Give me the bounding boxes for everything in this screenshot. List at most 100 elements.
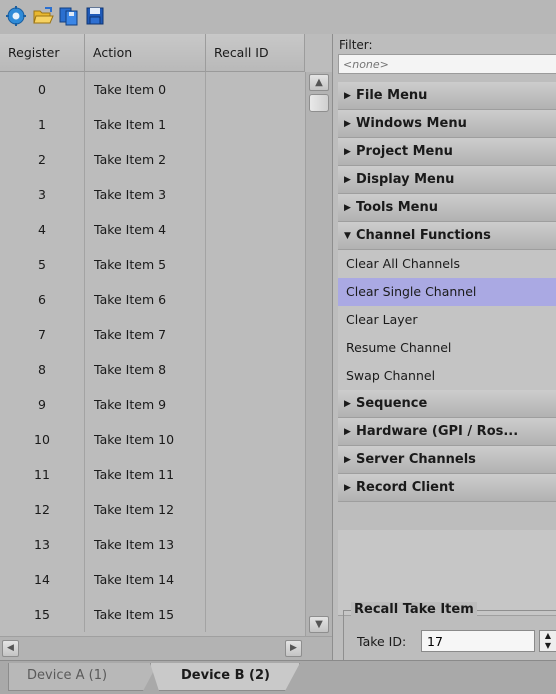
table-row[interactable]: 6 Take Item 6: [0, 282, 305, 317]
action-cell[interactable]: Take Item 14: [85, 562, 206, 597]
save-icon[interactable]: [84, 5, 106, 27]
recall-id-cell[interactable]: [206, 212, 305, 247]
recall-id-cell[interactable]: [206, 177, 305, 212]
collapsed-arrow-icon[interactable]: ▶: [344, 390, 356, 417]
action-cell[interactable]: Take Item 10: [85, 422, 206, 457]
collapsed-arrow-icon[interactable]: ▶: [344, 446, 356, 473]
register-cell[interactable]: 10: [0, 422, 85, 457]
register-cell[interactable]: 0: [0, 72, 85, 107]
category-channel-functions[interactable]: ▼ Channel Functions: [338, 222, 556, 250]
register-cell[interactable]: 3: [0, 177, 85, 212]
recall-id-cell[interactable]: [206, 457, 305, 492]
action-item-clear-layer[interactable]: Clear Layer: [338, 306, 556, 334]
action-cell[interactable]: Take Item 6: [85, 282, 206, 317]
recall-id-cell[interactable]: [206, 142, 305, 177]
table-row[interactable]: 2 Take Item 2: [0, 142, 305, 177]
category-windows-menu[interactable]: ▶ Windows Menu: [338, 110, 556, 138]
recall-id-cell[interactable]: [206, 597, 305, 632]
collapsed-arrow-icon[interactable]: ▶: [344, 82, 356, 109]
column-header-action[interactable]: Action: [85, 34, 206, 72]
table-row[interactable]: 13 Take Item 13: [0, 527, 305, 562]
recall-id-cell[interactable]: [206, 317, 305, 352]
action-cell[interactable]: Take Item 12: [85, 492, 206, 527]
recall-id-cell[interactable]: [206, 247, 305, 282]
table-row[interactable]: 8 Take Item 8: [0, 352, 305, 387]
recall-id-cell[interactable]: [206, 492, 305, 527]
register-cell[interactable]: 9: [0, 387, 85, 422]
table-row[interactable]: 14 Take Item 14: [0, 562, 305, 597]
register-cell[interactable]: 5: [0, 247, 85, 282]
action-cell[interactable]: Take Item 15: [85, 597, 206, 632]
register-cell[interactable]: 4: [0, 212, 85, 247]
table-row[interactable]: 11 Take Item 11: [0, 457, 305, 492]
action-cell[interactable]: Take Item 8: [85, 352, 206, 387]
register-cell[interactable]: 8: [0, 352, 85, 387]
register-cell[interactable]: 7: [0, 317, 85, 352]
category-display-menu[interactable]: ▶ Display Menu: [338, 166, 556, 194]
tab-device-b[interactable]: Device B (2): [150, 663, 300, 691]
table-row[interactable]: 10 Take Item 10: [0, 422, 305, 457]
action-item-clear-all-channels[interactable]: Clear All Channels: [338, 250, 556, 278]
table-row[interactable]: 0 Take Item 0: [0, 72, 305, 107]
action-cell[interactable]: Take Item 13: [85, 527, 206, 562]
recall-id-cell[interactable]: [206, 422, 305, 457]
action-cell[interactable]: Take Item 0: [85, 72, 206, 107]
collapsed-arrow-icon[interactable]: ▶: [344, 194, 356, 221]
recall-id-cell[interactable]: [206, 107, 305, 142]
take-id-input[interactable]: [421, 630, 535, 652]
table-row[interactable]: 12 Take Item 12: [0, 492, 305, 527]
copy-icon[interactable]: [58, 5, 80, 27]
register-cell[interactable]: 12: [0, 492, 85, 527]
register-cell[interactable]: 15: [0, 597, 85, 632]
table-row[interactable]: 1 Take Item 1: [0, 107, 305, 142]
collapsed-arrow-icon[interactable]: ▶: [344, 166, 356, 193]
table-row[interactable]: 7 Take Item 7: [0, 317, 305, 352]
category-file-menu[interactable]: ▶ File Menu: [338, 82, 556, 110]
tab-device-a[interactable]: Device A (1): [8, 663, 158, 691]
collapsed-arrow-icon[interactable]: ▶: [344, 474, 356, 501]
register-cell[interactable]: 6: [0, 282, 85, 317]
table-row[interactable]: 9 Take Item 9: [0, 387, 305, 422]
register-cell[interactable]: 2: [0, 142, 85, 177]
action-cell[interactable]: Take Item 3: [85, 177, 206, 212]
scrollbar-thumb[interactable]: [309, 94, 329, 112]
scroll-left-arrow-icon[interactable]: ◀: [2, 640, 19, 657]
category-tools-menu[interactable]: ▶ Tools Menu: [338, 194, 556, 222]
recall-id-cell[interactable]: [206, 527, 305, 562]
action-item-resume-channel[interactable]: Resume Channel: [338, 334, 556, 362]
table-row[interactable]: 4 Take Item 4: [0, 212, 305, 247]
settings-gear-icon[interactable]: [5, 5, 27, 27]
scroll-right-arrow-icon[interactable]: ▶: [285, 640, 302, 657]
recall-id-cell[interactable]: [206, 352, 305, 387]
table-row[interactable]: 5 Take Item 5: [0, 247, 305, 282]
category-hardware-gpi-ros[interactable]: ▶ Hardware (GPI / Ros...: [338, 418, 556, 446]
register-cell[interactable]: 13: [0, 527, 85, 562]
collapsed-arrow-icon[interactable]: ▶: [344, 110, 356, 137]
recall-id-cell[interactable]: [206, 72, 305, 107]
collapsed-arrow-icon[interactable]: ▶: [344, 418, 356, 445]
register-cell[interactable]: 1: [0, 107, 85, 142]
action-cell[interactable]: Take Item 2: [85, 142, 206, 177]
column-header-register[interactable]: Register: [0, 34, 85, 72]
filter-input[interactable]: [338, 54, 556, 74]
action-cell[interactable]: Take Item 7: [85, 317, 206, 352]
action-cell[interactable]: Take Item 9: [85, 387, 206, 422]
scroll-down-arrow-icon[interactable]: ▼: [309, 616, 329, 633]
expanded-arrow-icon[interactable]: ▼: [344, 222, 356, 249]
category-record-client[interactable]: ▶ Record Client: [338, 474, 556, 502]
column-header-recall-id[interactable]: Recall ID: [206, 34, 305, 72]
open-folder-icon[interactable]: [32, 5, 54, 27]
action-item-clear-single-channel[interactable]: Clear Single Channel: [338, 278, 556, 306]
take-id-spinner[interactable]: ▲ ▼: [539, 630, 556, 652]
action-cell[interactable]: Take Item 11: [85, 457, 206, 492]
action-cell[interactable]: Take Item 1: [85, 107, 206, 142]
category-project-menu[interactable]: ▶ Project Menu: [338, 138, 556, 166]
action-cell[interactable]: Take Item 4: [85, 212, 206, 247]
recall-id-cell[interactable]: [206, 282, 305, 317]
category-sequence[interactable]: ▶ Sequence: [338, 390, 556, 418]
scroll-up-arrow-icon[interactable]: ▲: [309, 74, 329, 91]
table-row[interactable]: 3 Take Item 3: [0, 177, 305, 212]
action-cell[interactable]: Take Item 5: [85, 247, 206, 282]
collapsed-arrow-icon[interactable]: ▶: [344, 138, 356, 165]
horizontal-scrollbar[interactable]: ◀ ▶: [0, 636, 332, 660]
